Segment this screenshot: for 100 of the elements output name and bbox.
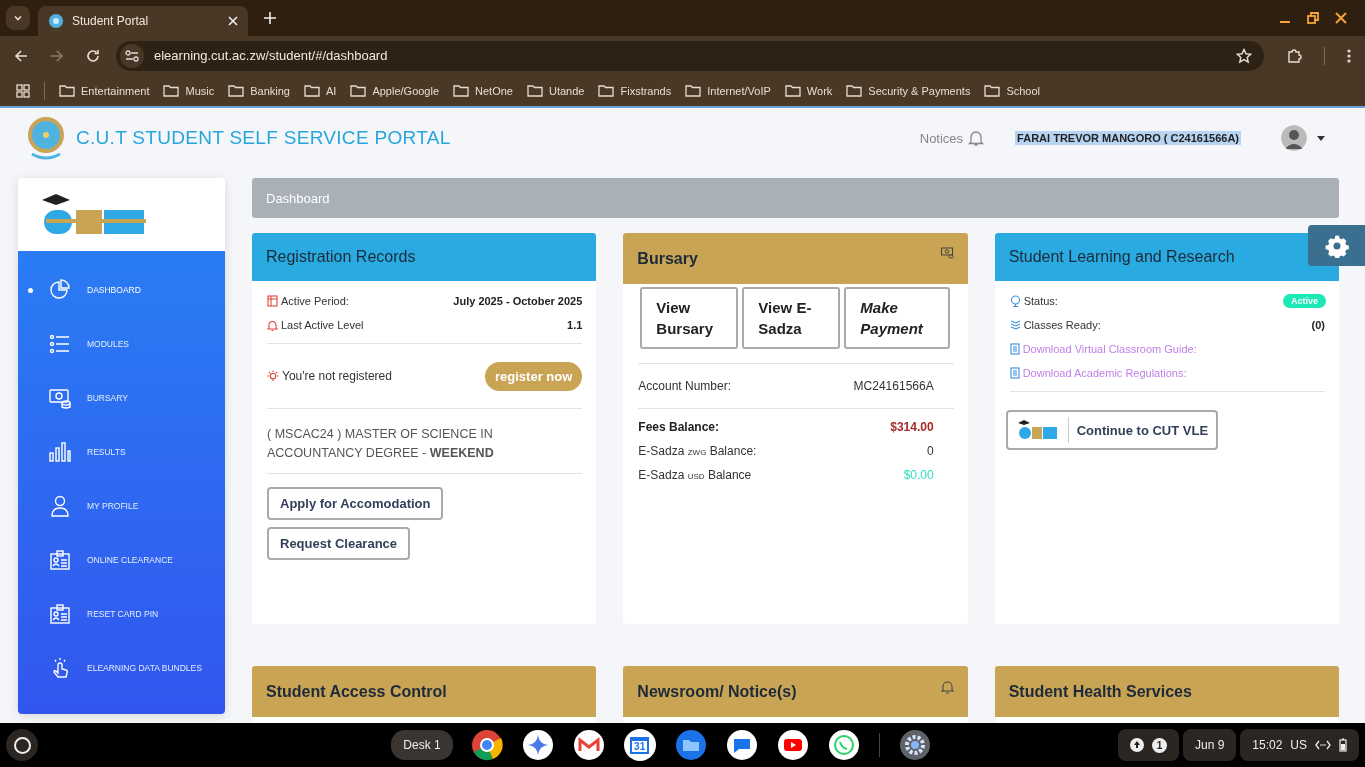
browser-icon[interactable] [470, 729, 503, 761]
settings-button[interactable] [1308, 225, 1365, 266]
field-value: $0.00 [903, 468, 934, 482]
bookmark-label: Security & Payments [868, 84, 971, 97]
folder-icon[interactable] [674, 729, 707, 761]
bookmark-folder[interactable]: Banking [228, 84, 290, 97]
field-label: E-Sadza ZWG Balance: [638, 444, 757, 458]
sparkle-icon[interactable] [521, 729, 554, 761]
sidebar-item[interactable]: DASHBOARD [18, 263, 225, 317]
bookmark-label: Apple/Google [372, 84, 440, 97]
field-value: 1.1 [567, 319, 583, 331]
bookmark-folder[interactable]: Entertainment [59, 84, 150, 97]
star-icon[interactable] [1236, 47, 1252, 64]
sidebar-item[interactable]: ONLINE CLEARANCE [18, 533, 225, 587]
portal-title: C.U.T STUDENT SELF SERVICE PORTAL [76, 127, 451, 149]
bookmark-folder[interactable]: Fixstrands [598, 84, 672, 97]
tab-title: Student Portal [72, 14, 150, 28]
field-label: Fees Balance: [638, 420, 720, 434]
notification-count: 1 [1151, 737, 1167, 753]
field-label: Active Period: [281, 295, 349, 307]
avatar[interactable] [1281, 125, 1307, 151]
bookmark-folder[interactable]: Apple/Google [350, 84, 440, 97]
sidebar-item[interactable]: RESULTS [18, 425, 225, 479]
nav-label: RESET CARD PIN [87, 609, 159, 619]
sidebar-item[interactable]: MY PROFILE [18, 479, 225, 533]
folder-icon [527, 84, 543, 97]
button-label: Continue to CUT VLE [1076, 422, 1209, 438]
bookmark-folder[interactable]: Internet/VoIP [685, 84, 771, 97]
sidebar-item[interactable]: ELEARNING DATA BUNDLES [18, 641, 225, 695]
forward-icon[interactable] [50, 48, 64, 63]
nav-label: DASHBOARD [87, 285, 141, 295]
launcher-button[interactable] [6, 729, 38, 761]
field-label: Account Number: [638, 379, 732, 393]
apps-icon[interactable] [16, 83, 30, 98]
site-settings-icon[interactable] [120, 43, 144, 68]
tab-search-button[interactable] [6, 6, 30, 30]
field-label: Last Active Level [281, 319, 364, 331]
chat-icon[interactable] [725, 729, 758, 761]
bookmark-folder[interactable]: School [984, 84, 1041, 97]
calendar-icon[interactable]: 31 [623, 729, 656, 761]
sidebar-item[interactable]: MODULES [18, 317, 225, 371]
bell-icon [940, 680, 954, 694]
card-title: Student Health Services [1008, 682, 1192, 701]
folder-icon [59, 84, 75, 97]
bursary-button[interactable]: View Bursary [640, 287, 739, 349]
bookmark-folder[interactable]: Music [163, 84, 215, 97]
restore-icon[interactable] [1307, 12, 1319, 24]
bookmark-folder[interactable]: Utande [527, 84, 585, 97]
bookmark-folder[interactable]: AI [304, 84, 337, 97]
sidebar-item[interactable]: RESET CARD PIN [18, 587, 225, 641]
notices-label: Notices [919, 130, 964, 146]
outline-button[interactable]: Request Clearance [267, 527, 411, 560]
bell-icon [267, 319, 278, 331]
desk-button[interactable]: Desk 1 [391, 730, 453, 760]
vle-button[interactable]: Continue to CUT VLE [1005, 410, 1219, 450]
folder-icon [984, 84, 1001, 97]
bar-chart-icon [49, 441, 71, 463]
keyboard-layout: US [1290, 738, 1307, 752]
outline-button[interactable]: Apply for Accomodation [267, 487, 444, 520]
pie-chart-icon [49, 279, 71, 301]
browser-tab[interactable]: Student Portal [38, 6, 248, 36]
sidebar-item[interactable]: BURSARY [18, 371, 225, 425]
document-icon [1009, 343, 1020, 355]
bursary-button[interactable]: View E-Sadza [742, 287, 841, 349]
card-header: Registration Records [252, 233, 597, 281]
money-icon [940, 247, 954, 259]
bursary-button[interactable]: Make Payment [844, 287, 951, 349]
reload-icon[interactable] [86, 48, 100, 63]
puzzle-icon[interactable] [1286, 47, 1302, 64]
nav-label: RESULTS [87, 447, 126, 457]
clock-time: 15:02 [1252, 738, 1283, 752]
phone-chat-icon[interactable] [827, 729, 860, 761]
close-icon[interactable] [1335, 12, 1347, 24]
lightbulb-icon [267, 370, 279, 382]
breadcrumb-bar: Dashboard [252, 178, 1339, 218]
user-name: FARAI TREVOR MANGORO ( C24161566A) [1015, 131, 1241, 145]
bookmark-label: Entertainment [81, 84, 150, 97]
bookmark-folder[interactable]: NetOne [453, 84, 513, 97]
notification-tray[interactable]: 1 [1117, 729, 1179, 761]
folder-icon [685, 84, 702, 97]
bookmark-folder[interactable]: Security & Payments [846, 84, 971, 97]
mail-icon[interactable] [572, 729, 605, 761]
status-area[interactable]: 15:02 US [1240, 729, 1359, 761]
nav-label: MODULES [87, 339, 130, 349]
bookmark-label: AI [326, 84, 337, 97]
document-icon [1009, 367, 1020, 379]
money-icon [49, 387, 71, 409]
field-label: E-Sadza USD Balance [638, 468, 752, 482]
caret-icon[interactable] [1317, 135, 1325, 141]
date-display[interactable]: Jun 9 [1182, 729, 1237, 761]
address-bar[interactable]: elearning.cut.ac.zw/student/#/dashboard [116, 40, 1264, 71]
field-value: $314.00 [890, 420, 934, 434]
menu-icon[interactable] [1347, 47, 1351, 64]
settings-icon[interactable] [898, 729, 931, 761]
new-tab-icon[interactable] [264, 12, 276, 24]
folder-icon [784, 84, 801, 97]
play-icon[interactable] [776, 729, 809, 761]
person-icon [49, 495, 71, 517]
bookmark-folder[interactable]: Work [784, 84, 833, 97]
back-icon[interactable] [14, 48, 28, 63]
